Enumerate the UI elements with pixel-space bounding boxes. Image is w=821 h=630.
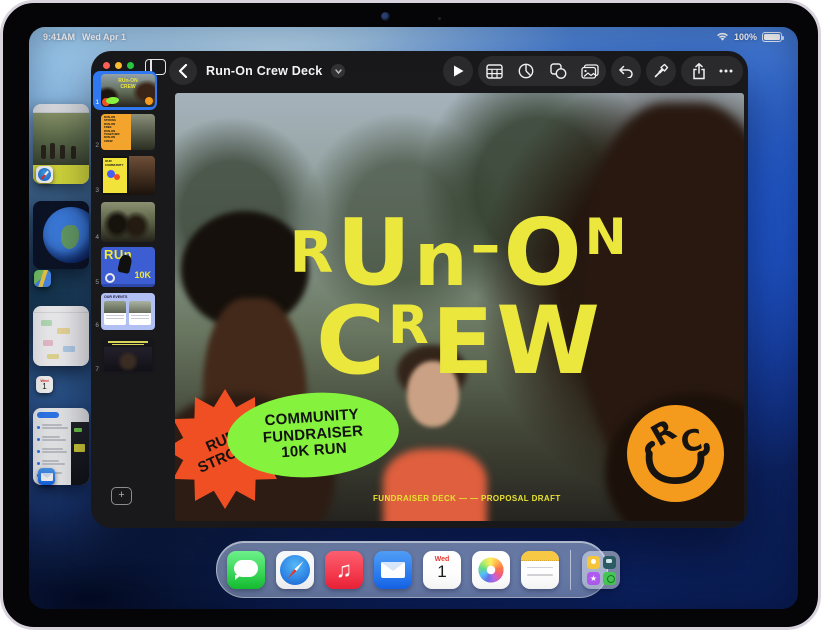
slide-canvas[interactable]: RUn–ON CREW RUN STRONG COMMUNITY FUNDRAI… [175, 93, 744, 521]
play-button[interactable] [443, 56, 473, 86]
app-library-mini-green [603, 572, 616, 585]
slide-number: 3 [91, 187, 99, 194]
minimize-window-button[interactable] [115, 62, 122, 69]
battery-icon [762, 32, 782, 42]
slide-thumbnail-7[interactable] [101, 338, 155, 374]
slide-thumbnail-2[interactable]: RUN-ON STRONG RUN-ON FREE RUN-ON TOGETHE… [101, 114, 155, 150]
status-time: 9:41AM [43, 32, 75, 42]
dock-app-music[interactable]: ♫ [325, 551, 363, 589]
slide-thumbnail-6[interactable]: OUR EVENTS [101, 293, 155, 330]
slide-thumbnail-3[interactable]: OUR COMMUNITY [101, 156, 155, 195]
dock-app-library[interactable]: ★ [582, 551, 620, 589]
mic-dot [438, 17, 441, 20]
slide-number: 2 [91, 142, 99, 149]
stage-window-calendar[interactable] [33, 306, 89, 366]
status-date: Wed Apr 1 [82, 32, 126, 42]
document-title[interactable]: Run-On Crew Deck [206, 64, 322, 78]
mail-badge-icon [38, 468, 55, 485]
keynote-window: Run-On Crew Deck [91, 51, 748, 528]
calendar-badge-icon: Wed 1 [36, 376, 53, 393]
ipad-screen: 9:41AM Wed Apr 1 100% [29, 27, 798, 609]
wifi-icon [716, 32, 729, 42]
slide-number: 7 [91, 366, 99, 373]
dock-app-safari[interactable] [276, 551, 314, 589]
undo-button[interactable] [611, 56, 641, 86]
slide-title-line2: CREW [175, 305, 744, 378]
dock-app-calendar[interactable]: Wed 1 [423, 551, 461, 589]
media-button[interactable] [574, 56, 606, 86]
app-library-mini-lightbulb [587, 556, 600, 569]
window-traffic-lights[interactable] [103, 62, 134, 69]
slide-number: 4 [91, 234, 99, 241]
slide-number: 6 [91, 322, 99, 329]
share-button[interactable] [685, 56, 713, 86]
title-menu-chevron-down-icon[interactable] [331, 64, 345, 78]
slide-footer-text: FUNDRAISER DECK — — PROPOSAL DRAFT [373, 494, 561, 503]
slide-number: 5 [91, 279, 99, 286]
more-button[interactable] [713, 56, 739, 86]
chart-button[interactable] [510, 56, 542, 86]
maps-badge-icon [34, 270, 51, 287]
app-library-mini-star: ★ [587, 572, 600, 585]
table-button[interactable] [478, 56, 510, 86]
app-library-mini-camera [603, 556, 616, 569]
dock-app-photos[interactable] [472, 551, 510, 589]
rc-smiley-sticker: R C [627, 405, 724, 502]
slide-number: 1 [91, 99, 99, 106]
front-camera [381, 12, 390, 21]
share-more-group [681, 56, 743, 86]
slide-title-line1: RUn–ON [175, 217, 744, 289]
slide-thumbnail-5[interactable]: RUn 10K [101, 247, 155, 287]
close-window-button[interactable] [103, 62, 110, 69]
battery-percent: 100% [734, 32, 757, 42]
safari-badge-icon [36, 166, 53, 183]
slide-thumbnail-4[interactable] [101, 202, 155, 242]
slide-thumbnail-1[interactable]: RUn-ON CREW [101, 74, 155, 107]
stage-window-maps[interactable] [33, 201, 89, 269]
dock-app-notes[interactable] [521, 551, 559, 589]
format-brush-button[interactable] [646, 56, 676, 86]
dock: ♫ Wed 1 ★ [216, 541, 608, 598]
status-bar: 9:41AM Wed Apr 1 100% [29, 31, 798, 45]
zoom-window-button[interactable] [127, 62, 134, 69]
insert-toolbar-group [478, 56, 606, 86]
dock-divider [570, 550, 571, 590]
back-button[interactable] [169, 57, 197, 85]
dock-app-mail[interactable] [374, 551, 412, 589]
shapes-button[interactable] [542, 56, 574, 86]
add-slide-button[interactable]: + [111, 487, 132, 505]
dock-app-messages[interactable] [227, 551, 265, 589]
ipad-device: 9:41AM Wed Apr 1 100% [0, 0, 821, 630]
